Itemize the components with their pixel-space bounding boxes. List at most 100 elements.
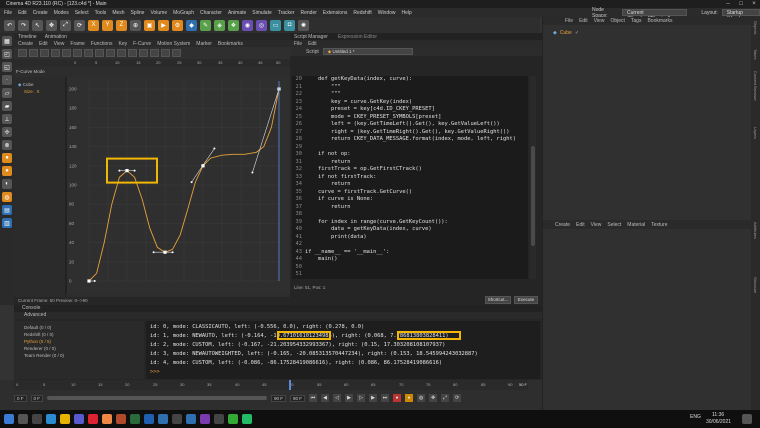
workplane-icon[interactable]: ● [2, 166, 12, 176]
menu-render[interactable]: Render [301, 10, 317, 16]
script-dropdown[interactable]: ◆ Untitled 1 * [322, 48, 413, 55]
render-picture-viewer-icon[interactable]: ▶ [158, 19, 169, 31]
advanced-toggle[interactable]: Advanced [24, 312, 46, 318]
undo-icon[interactable]: ↶ [4, 19, 15, 31]
menu-mograph[interactable]: MoGraph [173, 10, 194, 16]
axis-y-icon[interactable]: Y [102, 19, 113, 31]
range-slider[interactable] [47, 396, 268, 400]
word-icon[interactable] [144, 414, 154, 424]
tl-menu-bookmarks[interactable]: Bookmarks [218, 41, 243, 47]
keep-visual-angle-icon[interactable] [161, 49, 170, 57]
light-icon[interactable]: ✺ [298, 19, 309, 31]
menu-file[interactable]: File [4, 10, 12, 16]
vscode-icon[interactable] [186, 414, 196, 424]
vtab-takes[interactable]: Takes [753, 49, 758, 59]
code-line[interactable]: 37 return [292, 204, 528, 212]
file-explorer-icon[interactable] [60, 414, 70, 424]
fcurve-graph[interactable]: 200 180 160 140 120 100 80 60 40 20 0 [66, 77, 290, 293]
menu-help[interactable]: Help [402, 10, 412, 16]
menu-mesh[interactable]: Mesh [112, 10, 124, 16]
fcurve-mode-icon[interactable] [29, 49, 38, 57]
code-line[interactable]: 40 data = getKeyData(index, curve) [292, 226, 528, 234]
menu-window[interactable]: Window [378, 10, 396, 16]
texture-mode-icon[interactable]: ◱ [2, 62, 12, 72]
preview-start-field[interactable]: 0 F [14, 394, 27, 402]
scale-key-icon[interactable]: ⤢ [441, 394, 450, 402]
key-selection-icon[interactable]: ◍ [417, 394, 426, 402]
track-item-cube[interactable]: ◆ Cube [18, 82, 34, 88]
clock-date[interactable]: 30/06/2021 [706, 419, 731, 425]
console-category[interactable]: Renderer (0 / 0) [24, 346, 56, 351]
preview-end-field[interactable]: 90 F [290, 394, 306, 402]
code-line[interactable]: 33 if not firstTrack: [292, 174, 528, 182]
code-line[interactable]: 27 right = (key.GetTimeRight().Get(), ke… [292, 129, 528, 137]
om-menu-view[interactable]: View [594, 18, 605, 24]
sculpt-icon[interactable]: ◍ [2, 192, 12, 202]
spline-step-icon[interactable] [73, 49, 82, 57]
axis-mode-icon[interactable]: ⊥ [2, 114, 12, 124]
menu-character[interactable]: Character [200, 10, 222, 16]
om-menu-object[interactable]: Object [610, 18, 624, 24]
cube-icon[interactable]: ◆ [186, 19, 197, 31]
vtab-objects[interactable]: Objects [753, 21, 758, 35]
menu-modes[interactable]: Modes [54, 10, 69, 16]
menu-edit[interactable]: Edit [18, 10, 27, 16]
tl-menu-frame[interactable]: Frame [70, 41, 84, 47]
motion-mode-icon[interactable] [40, 49, 49, 57]
tl-menu-motion-system[interactable]: Motion System [157, 41, 190, 47]
rotate-icon[interactable]: ⟳ [74, 19, 85, 31]
fcurve-chart[interactable]: 200180160140120100806040200 [67, 77, 291, 293]
timeline-ruler[interactable]: 0 5 10 15 20 25 30 35 40 45 50 [14, 59, 290, 67]
code-line[interactable]: 39 for index in range(curve.GetKeyCount(… [292, 219, 528, 227]
execute-button[interactable]: Execute [514, 296, 538, 304]
tl-menu-functions[interactable]: Functions [91, 41, 113, 47]
code-line[interactable]: 30 if not op: [292, 151, 528, 159]
sm-menu-edit[interactable]: Edit [308, 41, 317, 47]
go-to-start-icon[interactable]: ⏮ [309, 394, 318, 402]
console-category[interactable]: Python (0 / 5) [24, 339, 51, 344]
tl-menu-view[interactable]: View [54, 41, 65, 47]
tangent-break-icon[interactable] [139, 49, 148, 57]
vtab-layers[interactable]: Layers [753, 127, 758, 139]
console-category[interactable]: Default (0 / 0) [24, 325, 51, 330]
code-line[interactable]: 50 [292, 264, 528, 272]
edge-icon[interactable] [46, 414, 56, 424]
rotation-key-icon[interactable]: ⟳ [453, 394, 462, 402]
code-line[interactable]: 43 if __name__ == '__main__': [292, 249, 528, 257]
camera-icon[interactable]: ◘ [284, 19, 295, 31]
code-line[interactable]: 35 curve = firstTrack.GetCurve() [292, 189, 528, 197]
tab-timeline[interactable]: Timeline [18, 34, 37, 40]
code-line[interactable]: 44 main() [292, 256, 528, 264]
position-key-icon[interactable]: ✥ [429, 394, 438, 402]
shortcut-button[interactable]: Shortcut... [485, 296, 511, 304]
key-mode-icon[interactable] [18, 49, 27, 57]
tab-animation[interactable]: Animation [45, 34, 67, 40]
firefox-icon[interactable] [102, 414, 112, 424]
chrome-icon[interactable] [88, 414, 98, 424]
code-line[interactable]: 25 mode = CKEY_PRESET_SYMBOLS[preset] [292, 114, 528, 122]
spline-linear-icon[interactable] [62, 49, 71, 57]
am-menu-material[interactable]: Material [627, 222, 645, 228]
excel-icon[interactable] [130, 414, 140, 424]
uv-icon[interactable]: ▥ [2, 218, 12, 228]
render-view-icon[interactable]: ▣ [144, 19, 155, 31]
notepad-icon[interactable] [214, 414, 224, 424]
field-icon[interactable]: ◎ [256, 19, 267, 31]
subdivision-icon[interactable]: ◈ [214, 19, 225, 31]
close-icon[interactable]: × [748, 0, 760, 8]
am-menu-view[interactable]: View [591, 222, 602, 228]
code-line[interactable]: 38 [292, 211, 528, 219]
app-icon[interactable] [242, 414, 252, 424]
console-output[interactable]: id: 0, mode: CLASSICAUTO, left: (-0.556,… [146, 321, 540, 379]
console-category[interactable]: Redshift (0 / 0) [24, 332, 54, 337]
code-line[interactable]: 29 [292, 144, 528, 152]
clock-time[interactable]: 11:36 [712, 412, 724, 418]
tab-expression-editor[interactable]: Expression Editor [338, 34, 377, 40]
enable-axis-icon[interactable]: ● [2, 153, 12, 163]
am-menu-select[interactable]: Select [607, 222, 621, 228]
menu-animate[interactable]: Animate [228, 10, 246, 16]
tl-menu-edit[interactable]: Edit [39, 41, 48, 47]
scrollbar-thumb[interactable] [531, 146, 535, 246]
tl-menu-fcurve[interactable]: F-Curve [133, 41, 151, 47]
am-menu-create[interactable]: Create [555, 222, 570, 228]
